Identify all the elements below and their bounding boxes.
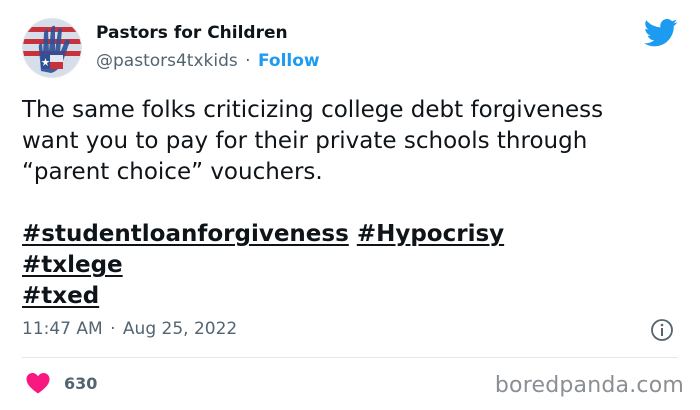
hashtags: #studentloanforgiveness #Hypocrisy #txle… <box>22 219 682 312</box>
hashtag-txed[interactable]: #txed <box>22 283 99 309</box>
like-count: 630 <box>64 373 98 393</box>
avatar[interactable] <box>22 18 82 78</box>
like-action[interactable]: 630 <box>26 372 97 394</box>
tweet-card: Pastors for Children @pastors4txkids · F… <box>0 0 700 410</box>
author-display-name[interactable]: Pastors for Children <box>96 22 320 44</box>
timestamp-separator: · <box>110 319 116 339</box>
hashtag-txlege[interactable]: #txlege <box>22 252 123 278</box>
author-info: Pastors for Children @pastors4txkids · F… <box>96 22 320 72</box>
info-icon[interactable] <box>650 318 674 342</box>
author-handle[interactable]: @pastors4txkids <box>96 51 238 71</box>
follow-button[interactable]: Follow <box>258 51 320 71</box>
watermark: boredpanda.com <box>494 373 684 398</box>
tweet-text-line: The same folks criticizing college debt … <box>22 97 604 123</box>
author-handle-row: @pastors4txkids · Follow <box>96 50 320 72</box>
tweet-timestamp[interactable]: 11:47 AM · Aug 25, 2022 <box>22 318 237 340</box>
twitter-bird-icon[interactable] <box>644 18 678 48</box>
tweet-date: Aug 25, 2022 <box>122 319 238 339</box>
hashtag-studentloanforgiveness[interactable]: #studentloanforgiveness <box>22 221 349 247</box>
hashtag-hypocrisy[interactable]: #Hypocrisy <box>357 221 504 247</box>
handle-separator: · <box>245 51 251 71</box>
heart-icon[interactable] <box>26 372 50 394</box>
avatar-hand-flag-icon <box>23 19 81 77</box>
tweet-text: The same folks criticizing college debt … <box>22 95 682 312</box>
tweet-text-line: want you to pay for their private school… <box>22 128 588 154</box>
divider <box>22 357 678 358</box>
tweet-time: 11:47 AM <box>22 319 103 339</box>
tweet-text-line: “parent choice” vouchers. <box>22 159 323 185</box>
